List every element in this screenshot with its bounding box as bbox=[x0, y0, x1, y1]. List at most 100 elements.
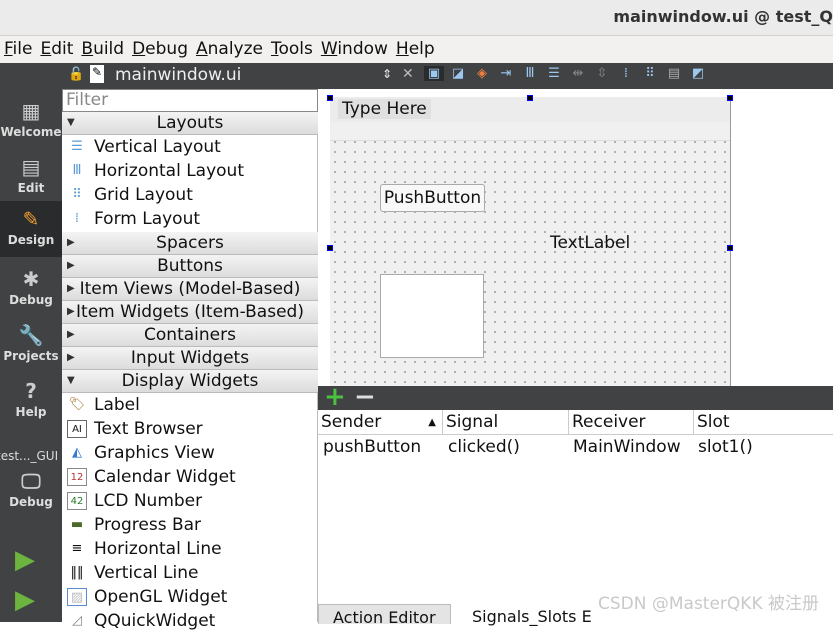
widget-opengl[interactable]: ▨ OpenGL Widget bbox=[62, 585, 318, 609]
menu-help[interactable]: Help bbox=[396, 36, 443, 63]
debug-run-icon[interactable]: ▶ bbox=[15, 585, 35, 615]
menu-file[interactable]: File bbox=[4, 36, 40, 63]
monitor-icon: 🖵 bbox=[21, 469, 41, 493]
category-input-widgets[interactable]: ▶ Input Widgets bbox=[62, 347, 318, 370]
selection-handle[interactable] bbox=[727, 245, 733, 251]
header-sender[interactable]: Sender ▲ bbox=[318, 410, 443, 435]
mode-edit[interactable]: ▤ Edit bbox=[0, 149, 62, 205]
remove-connection-button[interactable]: − bbox=[354, 382, 376, 412]
signal-slot-editor: + − Sender ▲ Signal Receiver Slot pushBut… bbox=[318, 382, 833, 627]
category-layouts[interactable]: ▼ Layouts bbox=[62, 112, 318, 135]
layout-form-icon[interactable]: ⁞ bbox=[616, 66, 636, 81]
selection-handle[interactable] bbox=[727, 95, 733, 101]
filter-input[interactable]: Filter bbox=[62, 89, 318, 112]
widget-lcd-number[interactable]: 42 LCD Number bbox=[62, 489, 318, 513]
progress-bar-icon: ▬ bbox=[70, 517, 84, 532]
selection-handle[interactable] bbox=[527, 95, 533, 101]
cell-receiver[interactable]: MainWindow bbox=[568, 435, 681, 459]
mode-bar: ▦ Welcome ▤ Edit ✎ Design ✱ Debug 🔧 Projects … bbox=[0, 63, 62, 622]
widget-vertical-line[interactable]: ‖‖ Vertical Line bbox=[62, 561, 318, 585]
push-button[interactable]: PushButton bbox=[380, 184, 485, 212]
edit-tab-order-icon[interactable]: ⇥ bbox=[496, 66, 516, 81]
cell-signal[interactable]: clicked() bbox=[443, 435, 520, 459]
mode-projects[interactable]: 🔧 Projects bbox=[0, 317, 62, 373]
category-spacers[interactable]: ▶ Spacers bbox=[62, 232, 318, 255]
widget-graphics-view[interactable]: ◭ Graphics View bbox=[62, 441, 318, 465]
menu-tools[interactable]: Tools bbox=[271, 36, 321, 63]
window-title: mainwindow.ui @ test_Q bbox=[613, 7, 833, 26]
vertical-layout-icon: ☰ bbox=[71, 139, 83, 154]
widget-form-layout[interactable]: ⁞ Form Layout bbox=[62, 207, 318, 231]
document-filename[interactable]: mainwindow.ui bbox=[115, 65, 241, 85]
bug-icon: ✱ bbox=[22, 267, 40, 291]
kit-project: test..._GUI bbox=[0, 449, 59, 463]
mode-label: Debug bbox=[9, 293, 53, 307]
mode-label: Projects bbox=[3, 349, 59, 363]
title-bar: mainwindow.ui @ test_Q bbox=[0, 0, 833, 36]
form-editor: Type Here PushButton TextLabel bbox=[318, 89, 833, 386]
header-signal[interactable]: Signal bbox=[443, 410, 569, 435]
run-icon[interactable]: ▶ bbox=[15, 545, 35, 575]
category-item-views[interactable]: ▶ Item Views (Model-Based) bbox=[62, 278, 318, 301]
widget-text-browser[interactable]: AI Text Browser bbox=[62, 417, 318, 441]
adjust-size-icon[interactable]: ◩ bbox=[688, 66, 708, 81]
lock-icon: 🔓 bbox=[68, 67, 85, 82]
edit-buddies-icon[interactable]: ◈ bbox=[472, 66, 492, 81]
selection-handle[interactable] bbox=[327, 245, 333, 251]
cell-slot[interactable]: slot1() bbox=[693, 435, 753, 459]
widget-progress-bar[interactable]: ▬ Progress Bar bbox=[62, 513, 318, 537]
mode-debug[interactable]: ✱ Debug bbox=[0, 261, 62, 317]
close-icon[interactable]: ✕ bbox=[402, 66, 414, 82]
widget-calendar[interactable]: 12 Calendar Widget bbox=[62, 465, 318, 489]
cell-sender[interactable]: pushButton bbox=[318, 435, 421, 459]
widget-horizontal-line[interactable]: ≡ Horizontal Line bbox=[62, 537, 318, 561]
document-toolbar: 🔓 ✎ mainwindow.ui ⇕ ✕ ▣ ◪ ◈ ⇥ Ⅲ ☰ ⇹ ⇳ ⁞ … bbox=[62, 63, 833, 89]
menu-analyze[interactable]: Analyze bbox=[196, 36, 271, 63]
menu-debug[interactable]: Debug bbox=[132, 36, 196, 63]
splitter-vertical-icon[interactable]: ⇳ bbox=[592, 66, 612, 81]
header-receiver[interactable]: Receiver bbox=[569, 410, 694, 435]
splitter-horizontal-icon[interactable]: ⇹ bbox=[568, 66, 588, 81]
widget-label[interactable]: 🏷 Label bbox=[62, 393, 318, 417]
widget-horizontal-layout[interactable]: Ⅲ Horizontal Layout bbox=[62, 159, 318, 183]
menu-build[interactable]: Build bbox=[81, 36, 132, 63]
pencil-icon: ✎ bbox=[22, 207, 40, 231]
main-window-form[interactable]: Type Here PushButton TextLabel bbox=[330, 97, 731, 386]
tab-signals-slots[interactable]: Signals_Slots E bbox=[458, 604, 606, 626]
text-browser-icon: AI bbox=[67, 420, 87, 438]
kit-config: Debug bbox=[9, 495, 53, 509]
category-display-widgets[interactable]: ▼ Display Widgets bbox=[62, 370, 318, 393]
mode-welcome[interactable]: ▦ Welcome bbox=[0, 93, 62, 149]
updown-icon[interactable]: ⇕ bbox=[382, 67, 392, 81]
text-label[interactable]: TextLabel bbox=[550, 233, 630, 253]
menu-window[interactable]: Window bbox=[321, 36, 396, 63]
widget-frame[interactable] bbox=[380, 274, 484, 358]
widget-vertical-layout[interactable]: ☰ Vertical Layout bbox=[62, 135, 318, 159]
horizontal-line-icon: ≡ bbox=[71, 541, 83, 556]
layout-vertical-icon[interactable]: ☰ bbox=[544, 66, 564, 81]
edit-widgets-icon[interactable]: ▣ bbox=[424, 66, 444, 81]
add-connection-button[interactable]: + bbox=[324, 382, 346, 412]
graphics-view-icon: ◭ bbox=[72, 445, 82, 460]
selection-handle[interactable] bbox=[327, 95, 333, 101]
kit-selector[interactable]: 🖵 Debug bbox=[0, 463, 62, 519]
widget-qquickwidget[interactable]: ◿ QQuickWidget bbox=[62, 609, 318, 633]
mode-help[interactable]: ? Help bbox=[0, 373, 62, 429]
layout-horizontal-icon[interactable]: Ⅲ bbox=[520, 66, 540, 81]
mode-design[interactable]: ✎ Design bbox=[0, 201, 62, 257]
lcd-icon: 42 bbox=[67, 492, 87, 510]
wrench-icon: 🔧 bbox=[18, 323, 44, 347]
type-here-placeholder[interactable]: Type Here bbox=[338, 99, 431, 119]
break-layout-icon[interactable]: ▤ bbox=[664, 66, 684, 81]
category-containers[interactable]: ▶ Containers bbox=[62, 324, 318, 347]
edit-signals-slots-icon[interactable]: ◪ bbox=[448, 66, 468, 81]
category-buttons[interactable]: ▶ Buttons bbox=[62, 255, 318, 278]
opengl-icon: ▨ bbox=[67, 588, 87, 606]
layout-grid-icon[interactable]: ⠿ bbox=[640, 66, 660, 81]
widget-grid-layout[interactable]: ⠿ Grid Layout bbox=[62, 183, 318, 207]
header-slot[interactable]: Slot bbox=[694, 410, 833, 435]
category-item-widgets[interactable]: ▶ Item Widgets (Item-Based) bbox=[62, 301, 318, 324]
signal-toolbar: + − bbox=[318, 382, 833, 412]
menu-edit[interactable]: Edit bbox=[40, 36, 81, 63]
tab-action-editor[interactable]: Action Editor bbox=[318, 604, 451, 627]
